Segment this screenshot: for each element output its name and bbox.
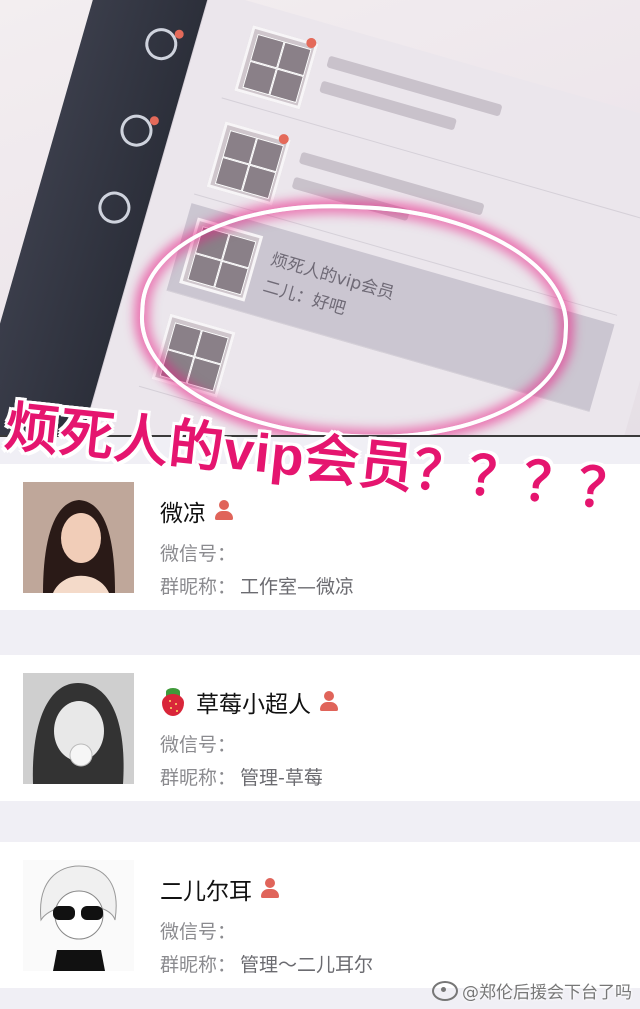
- favorites-icon[interactable]: [94, 187, 135, 228]
- group-nickname-label: 群昵称：: [160, 767, 237, 789]
- chat-icon[interactable]: [141, 24, 185, 64]
- watermark-text: @郑伦后援会下台了吗: [462, 983, 632, 1003]
- contacts-icon[interactable]: [116, 110, 160, 151]
- member-name: 微凉: [160, 501, 206, 527]
- group-nickname-value: 工作室—微凉: [240, 576, 355, 598]
- weibo-watermark: @郑伦后援会下台了吗: [432, 978, 632, 1003]
- wechat-id-label: 微信号：: [160, 921, 237, 943]
- avatar: [23, 860, 134, 971]
- wechat-id-row: 微信号：: [160, 539, 240, 566]
- chat-list-photo: 烦死人的vip会员 二儿：好吧: [0, 0, 640, 437]
- group-avatar: [206, 121, 291, 206]
- group-nickname-value: 管理-草莓: [240, 767, 323, 789]
- group-nickname-label: 群昵称：: [160, 576, 237, 598]
- group-nickname-row: 群昵称： 管理～二儿耳尔: [160, 950, 373, 977]
- person-icon: [319, 691, 339, 713]
- person-icon: [214, 500, 234, 522]
- wechat-id-label: 微信号：: [160, 734, 237, 756]
- member-card[interactable]: 二儿尔耳 微信号： 群昵称： 管理～二儿耳尔: [0, 842, 640, 988]
- group-nickname-label: 群昵称：: [160, 954, 237, 976]
- group-nickname-row: 群昵称： 工作室—微凉: [160, 572, 354, 599]
- group-avatar: [234, 25, 319, 110]
- avatar: [23, 673, 134, 784]
- wechat-id-row: 微信号：: [160, 730, 240, 757]
- group-nickname-row: 群昵称： 管理-草莓: [160, 763, 323, 790]
- group-nickname-value: 管理～二儿耳尔: [240, 954, 374, 976]
- avatar: [23, 482, 134, 593]
- member-name: 二儿尔耳: [160, 879, 252, 905]
- weibo-icon: [432, 980, 458, 1001]
- strawberry-icon: [160, 688, 186, 716]
- person-icon: [260, 878, 280, 900]
- member-card[interactable]: 草莓小超人 微信号： 群昵称： 管理-草莓: [0, 655, 640, 801]
- wechat-id-label: 微信号：: [160, 543, 237, 565]
- member-name: 草莓小超人: [196, 692, 311, 718]
- wechat-id-row: 微信号：: [160, 917, 240, 944]
